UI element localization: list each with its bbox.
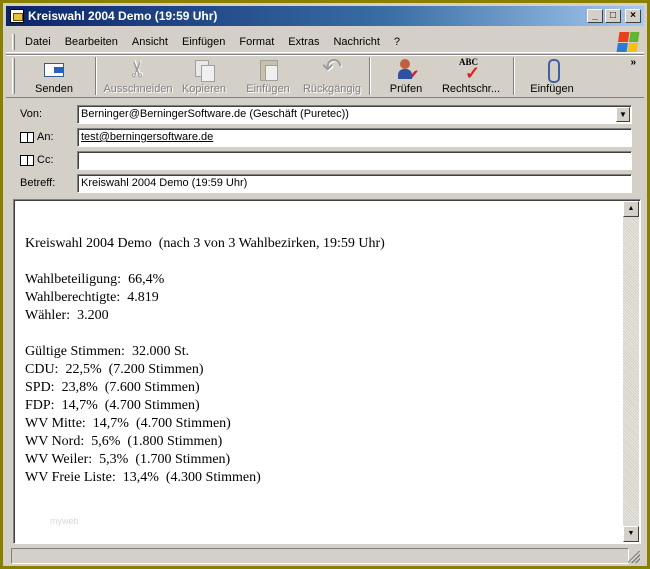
subject-row: Betreff: Kreiswahl 2004 Demo (19:59 Uhr)	[6, 174, 644, 194]
cut-button[interactable]: Ausschneiden	[103, 55, 173, 97]
watermark-text: myweb	[50, 516, 79, 526]
undo-icon	[320, 53, 344, 82]
menu-grip[interactable]	[12, 33, 15, 50]
result-line: WV Mitte: 14,7% (4.700 Stimmen)	[25, 416, 231, 431]
eligible-line: Wahlberechtigte: 4.819	[25, 290, 159, 305]
toolbar-separator	[95, 57, 97, 95]
to-field[interactable]: test@berningersoftware.de	[77, 128, 632, 147]
chevron-down-icon[interactable]: ▼	[616, 107, 630, 122]
menu-ansicht[interactable]: Ansicht	[132, 36, 168, 48]
cut-label: Ausschneiden	[103, 83, 173, 95]
from-select[interactable]: Berninger@BerningerSoftware.de (Geschäft…	[77, 105, 632, 124]
address-book-icon[interactable]	[20, 154, 34, 166]
message-text: Kreiswahl 2004 Demo (nach 3 von 3 Wahlbe…	[25, 235, 615, 487]
spelling-button[interactable]: ABC ✓ Rechtschr...	[435, 55, 507, 97]
attach-label: Einfügen	[530, 83, 574, 95]
menu-bearbeiten[interactable]: Bearbeiten	[65, 36, 118, 48]
result-line: WV Nord: 5,6% (1.800 Stimmen)	[25, 434, 223, 449]
copy-label: Kopieren	[181, 83, 227, 95]
spelling-label: Rechtschr...	[441, 83, 501, 95]
minimize-button[interactable]: _	[587, 9, 603, 23]
to-recipient[interactable]: test@berningersoftware.de	[81, 131, 213, 143]
body-heading: Kreiswahl 2004 Demo (nach 3 von 3 Wahlbe…	[25, 236, 385, 251]
toolbar-more-chevron-icon[interactable]: »	[630, 57, 636, 68]
undo-label: Rückgängig	[302, 83, 362, 95]
subject-field[interactable]: Kreiswahl 2004 Demo (19:59 Uhr)	[77, 174, 632, 193]
menu-format[interactable]: Format	[239, 36, 274, 48]
to-row: An: test@berningersoftware.de	[6, 128, 644, 148]
attach-button[interactable]: Einfügen	[521, 55, 583, 97]
window-title: Kreiswahl 2004 Demo (19:59 Uhr)	[28, 9, 218, 23]
scroll-down-icon[interactable]: ▼	[623, 526, 639, 542]
vertical-scrollbar[interactable]: ▲ ▼	[623, 201, 639, 542]
maximize-button[interactable]: □	[605, 9, 621, 23]
compose-mail-icon[interactable]	[10, 9, 24, 23]
check-names-icon: ✔	[394, 57, 419, 82]
to-label: An:	[37, 131, 54, 143]
paperclip-icon	[540, 57, 564, 83]
windows-logo-icon	[616, 32, 640, 52]
paste-button[interactable]: Einfügen	[235, 55, 301, 97]
result-line: SPD: 23,8% (7.600 Stimmen)	[25, 380, 200, 395]
toolbar: Senden Ausschneiden Kopieren Einfügen Rü…	[6, 53, 644, 98]
copy-button[interactable]: Kopieren	[173, 55, 235, 97]
spelling-icon: ABC ✓	[459, 57, 481, 83]
check-names-label: Prüfen	[389, 83, 423, 95]
send-button[interactable]: Senden	[19, 55, 89, 97]
cc-field[interactable]	[77, 151, 632, 170]
toolbar-separator	[513, 57, 515, 95]
send-icon	[42, 57, 66, 81]
close-button[interactable]: ×	[625, 9, 641, 23]
menu-nachricht[interactable]: Nachricht	[333, 36, 379, 48]
send-label: Senden	[35, 83, 73, 95]
paste-icon	[256, 57, 280, 81]
cc-label: Cc:	[37, 154, 54, 166]
address-book-icon[interactable]	[20, 131, 34, 143]
status-pane	[11, 548, 629, 564]
menu-help[interactable]: ?	[394, 36, 400, 48]
cc-label-wrap[interactable]: Cc:	[20, 154, 54, 166]
message-body[interactable]: Kreiswahl 2004 Demo (nach 3 von 3 Wahlbe…	[13, 199, 641, 544]
turnout-line: Wahlbeteiligung: 66,4%	[25, 272, 165, 287]
subject-label: Betreff:	[20, 177, 56, 189]
menu-einfuegen[interactable]: Einfügen	[182, 36, 225, 48]
from-row: Von: Berninger@BerningerSoftware.de (Ges…	[6, 105, 644, 125]
result-line: CDU: 22,5% (7.200 Stimmen)	[25, 362, 204, 377]
copy-icon	[192, 57, 216, 82]
menu-datei[interactable]: Datei	[25, 36, 51, 48]
status-bar	[6, 546, 644, 566]
menu-bar: Datei Bearbeiten Ansicht Einfügen Format…	[6, 31, 644, 53]
scissors-icon	[126, 57, 150, 81]
result-line: WV Freie Liste: 13,4% (4.300 Stimmen)	[25, 470, 261, 485]
toolbar-grip[interactable]	[12, 58, 15, 94]
scroll-up-icon[interactable]: ▲	[623, 201, 639, 217]
cc-row: Cc:	[6, 151, 644, 171]
result-line: WV Weiler: 5,3% (1.700 Stimmen)	[25, 452, 231, 467]
resize-grip-icon[interactable]	[628, 551, 640, 563]
menu-extras[interactable]: Extras	[288, 36, 319, 48]
check-names-button[interactable]: ✔ Prüfen	[377, 55, 435, 97]
from-value: Berninger@BerningerSoftware.de (Geschäft…	[81, 108, 349, 120]
toolbar-separator	[369, 57, 371, 95]
compose-window: Kreiswahl 2004 Demo (19:59 Uhr) _ □ × Da…	[0, 0, 650, 569]
undo-button[interactable]: Rückgängig	[301, 53, 363, 97]
valid-votes-line: Gültige Stimmen: 32.000 St.	[25, 344, 190, 359]
result-line: FDP: 14,7% (4.700 Stimmen)	[25, 398, 200, 413]
title-bar[interactable]: Kreiswahl 2004 Demo (19:59 Uhr) _ □ ×	[6, 6, 644, 26]
voters-line: Wähler: 3.200	[25, 308, 109, 323]
paste-label: Einfügen	[246, 83, 290, 95]
to-label-wrap[interactable]: An:	[20, 131, 54, 143]
from-label: Von:	[20, 108, 43, 120]
